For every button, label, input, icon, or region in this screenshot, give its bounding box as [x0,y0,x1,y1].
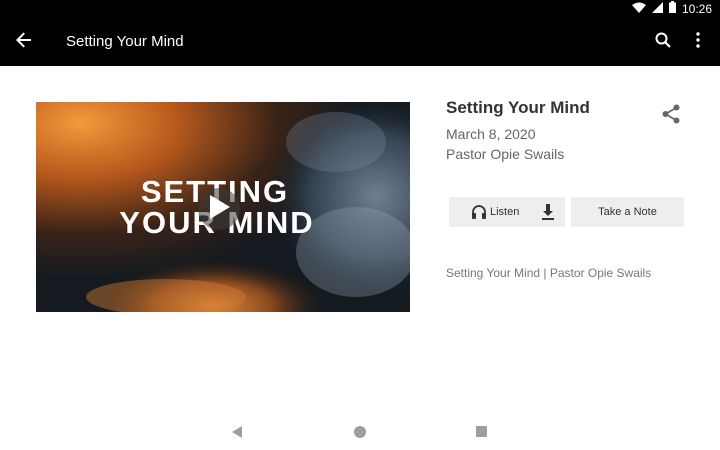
take-a-note-button[interactable]: Take a Note [571,197,684,227]
sermon-video-thumbnail[interactable]: SETTING YOUR MIND [36,102,410,312]
app-bar-title: Setting Your Mind [66,33,184,50]
cell-signal-icon [651,0,663,18]
share-icon [662,104,680,129]
more-vert-icon [696,31,700,53]
back-arrow-icon [16,32,32,53]
listen-button[interactable]: Listen [449,197,565,227]
play-button[interactable] [198,188,240,230]
sermon-description: Setting Your Mind | Pastor Opie Swails [446,266,652,280]
search-icon [655,32,671,53]
take-a-note-label: Take a Note [598,206,657,218]
share-button[interactable] [660,104,682,129]
nav-back-icon[interactable] [230,425,244,439]
status-icons: 10:26 [631,0,712,18]
status-bar: 10:26 [0,0,720,18]
listen-label: Listen [490,206,520,218]
battery-icon [668,0,676,18]
sermon-title: Setting Your Mind [446,98,590,117]
nav-recents-icon[interactable] [476,426,487,437]
status-time: 10:26 [681,2,712,16]
search-button[interactable] [651,30,675,54]
headphones-icon [471,204,487,220]
play-icon [208,194,230,224]
wifi-icon [631,0,646,18]
screen: 10:26 Setting Your Mind YOUR MIND Settin… [0,0,720,450]
app-bar: Setting Your Mind [0,18,720,66]
back-button[interactable] [12,30,36,54]
sermon-date: March 8, 2020 [446,126,536,142]
sermon-speaker: Pastor Opie Swails [446,146,565,162]
system-nav-bar [0,410,720,450]
nav-home-icon[interactable] [354,426,366,438]
download-icon[interactable] [540,203,556,221]
more-options-button[interactable] [686,30,710,54]
